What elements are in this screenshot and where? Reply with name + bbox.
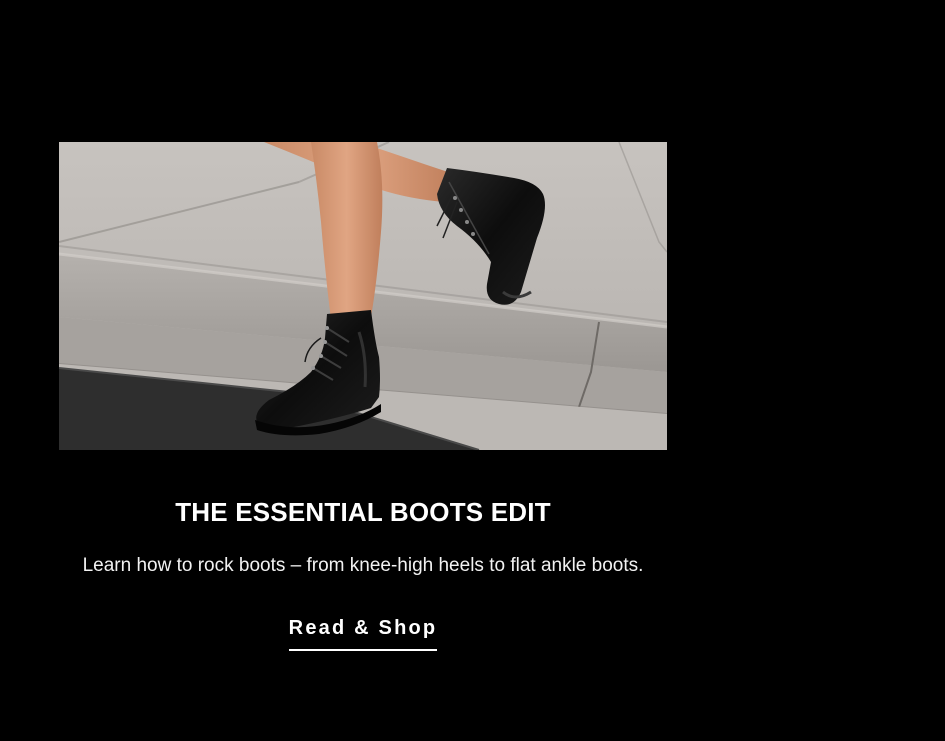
promo-description: Learn how to rock boots – from knee-high… xyxy=(82,555,644,576)
cta-container: Read & Shop xyxy=(59,617,667,651)
hero-illustration xyxy=(59,142,667,450)
read-and-shop-link[interactable]: Read & Shop xyxy=(288,617,438,651)
boots-hero-image[interactable] xyxy=(59,142,667,450)
promo-title: THE ESSENTIAL BOOTS EDIT xyxy=(175,497,551,527)
promo-card: THE ESSENTIAL BOOTS EDIT Learn how to ro… xyxy=(59,142,667,651)
